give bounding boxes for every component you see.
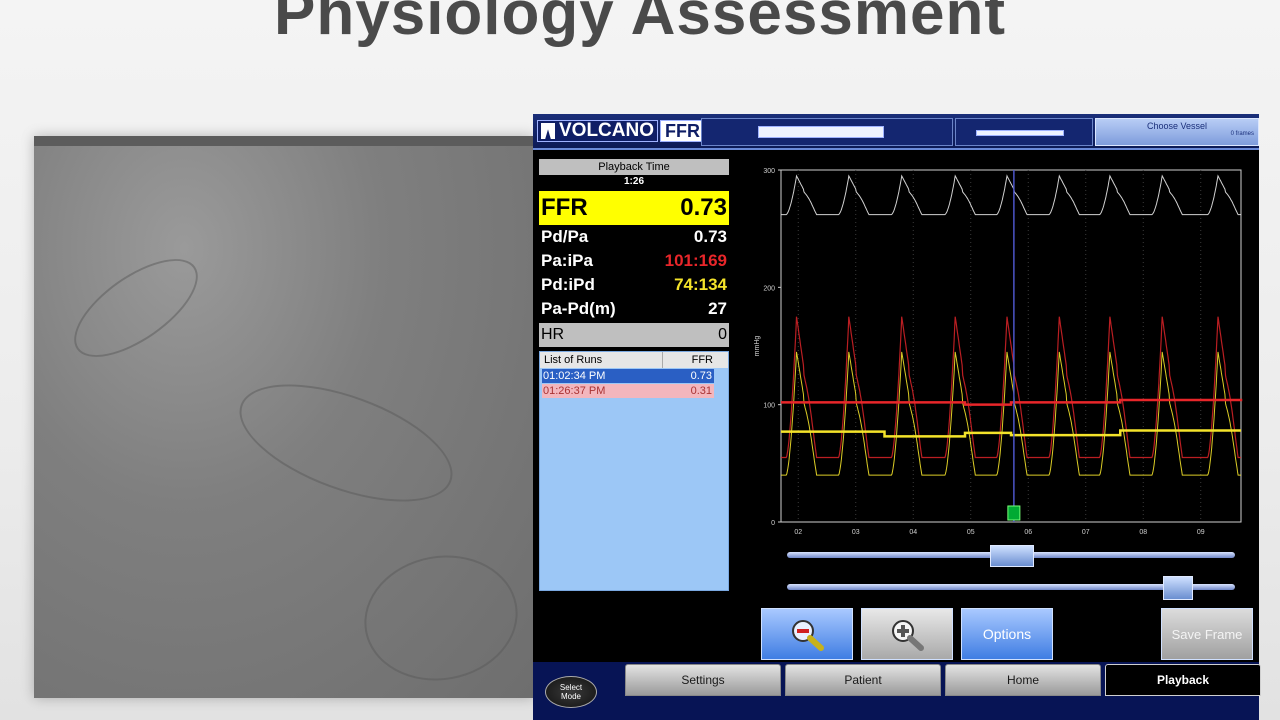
vessel-info-box[interactable] — [955, 118, 1093, 146]
tab-patient[interactable]: Patient — [785, 664, 941, 696]
runs-col-ffr[interactable]: FFR — [663, 352, 717, 368]
hr-label: HR — [541, 326, 565, 343]
ffr-value: 0.73 — [680, 194, 727, 221]
brand-name: VOLCANO — [559, 120, 654, 141]
ffr-console: VOLCANO FFR Choose Vessel 0 frames Playb… — [533, 114, 1261, 720]
pd-pa-label: Pd/Pa — [541, 227, 589, 246]
y-tick-label: 300 — [763, 168, 775, 175]
y-tick-label: 0 — [771, 520, 775, 527]
run-time: 01:26:37 PM — [543, 385, 606, 397]
options-button[interactable]: Options — [961, 608, 1053, 660]
product-name: FFR — [660, 120, 705, 142]
x-tick-label: 09 — [1197, 529, 1205, 536]
x-tick-label: 08 — [1139, 529, 1147, 536]
run-row[interactable]: 01:02:34 PM 0.73 — [542, 369, 714, 383]
zoom-out-icon — [792, 620, 824, 651]
range-slider-thumb[interactable] — [990, 545, 1034, 567]
frames-count: 0 frames — [1230, 131, 1254, 137]
y-tick-label: 200 — [763, 285, 775, 292]
hr-value: 0 — [718, 326, 727, 343]
y-axis-label: mmHg — [754, 336, 761, 357]
bottom-tab-bar: Select Mode Settings Patient Home Playba… — [533, 662, 1261, 720]
x-tick-label: 03 — [852, 529, 860, 536]
volcano-logo: VOLCANO FFR — [537, 120, 705, 142]
select-mode-label-1: Select — [559, 683, 583, 692]
choose-vessel-button[interactable]: Choose Vessel 0 frames — [1095, 118, 1259, 146]
y-tick-label: 100 — [763, 403, 775, 410]
playback-time-label: Playback Time — [539, 159, 729, 175]
run-ffr: 0.73 — [690, 370, 712, 382]
select-mode-button[interactable]: Select Mode — [545, 676, 597, 708]
top-bar: VOLCANO FFR Choose Vessel 0 frames — [533, 114, 1259, 150]
pd-pa-row: Pd/Pa 0.73 — [539, 225, 729, 249]
x-tick-label: 06 — [1024, 529, 1032, 536]
select-mode-label-2: Mode — [560, 692, 581, 701]
slide-title: Physiology Assessment — [274, 0, 1006, 48]
pd-ipd-row: Pd:iPd 74:134 — [539, 273, 729, 297]
zoom-in-icon — [892, 620, 924, 651]
tab-settings[interactable]: Settings — [625, 664, 781, 696]
x-tick-label: 05 — [967, 529, 975, 536]
playback-time-value: 1:26 — [623, 176, 644, 187]
run-ffr: 0.31 — [690, 385, 712, 397]
x-tick-label: 02 — [794, 529, 802, 536]
save-frame-button[interactable]: Save Frame — [1161, 608, 1253, 660]
runs-list: List of Runs FFR 01:02:34 PM 0.73 01:26:… — [539, 351, 729, 591]
pd-pa-value: 0.73 — [693, 227, 727, 246]
pa-pd-mean-label: Pa-Pd(m) — [541, 299, 616, 318]
run-time: 01:02:34 PM — [543, 370, 606, 382]
pa-ipa-label: Pa:iPa — [541, 251, 593, 270]
zoom-slider-thumb[interactable] — [1162, 576, 1193, 600]
zoom-in-button[interactable] — [861, 608, 953, 660]
pd-ipd-label: Pd:iPd — [541, 275, 595, 294]
measurement-panel: Playback Time 1:26 FFR 0.73 Pd/Pa 0.73 P… — [539, 159, 729, 591]
cursor-marker-icon[interactable] — [1007, 505, 1021, 521]
ffr-label: FFR — [541, 194, 588, 221]
run-row[interactable]: 01:26:37 PM 0.31 — [542, 384, 714, 398]
pa-pd-mean-row: Pa-Pd(m) 27 — [539, 297, 729, 321]
choose-vessel-label: Choose Vessel — [1146, 121, 1208, 131]
tab-playback[interactable]: Playback — [1105, 664, 1261, 696]
zoom-out-button[interactable] — [761, 608, 853, 660]
pressure-waveform-chart[interactable]: 02 03 04 05 06 07 08 09 0 100 200 300 mmHg — [753, 162, 1253, 542]
runs-list-header: List of Runs FFR — [540, 352, 728, 368]
pa-ipa-row: Pa:iPa 101:169 — [539, 249, 729, 273]
x-tick-label: 04 — [909, 529, 917, 536]
runs-col-time[interactable]: List of Runs — [540, 352, 663, 368]
pa-ipa-value: 101:169 — [664, 251, 727, 270]
ffr-row: FFR 0.73 — [539, 191, 729, 225]
pd-ipd-value: 74:134 — [674, 275, 727, 294]
hr-row: HR 0 — [539, 323, 729, 347]
x-tick-label: 07 — [1082, 529, 1090, 536]
pa-pd-mean-value: 27 — [708, 299, 727, 318]
tab-home[interactable]: Home — [945, 664, 1101, 696]
patient-name-box[interactable] — [701, 118, 953, 146]
angiogram-image — [34, 136, 534, 698]
volcano-mark-icon — [541, 123, 555, 139]
